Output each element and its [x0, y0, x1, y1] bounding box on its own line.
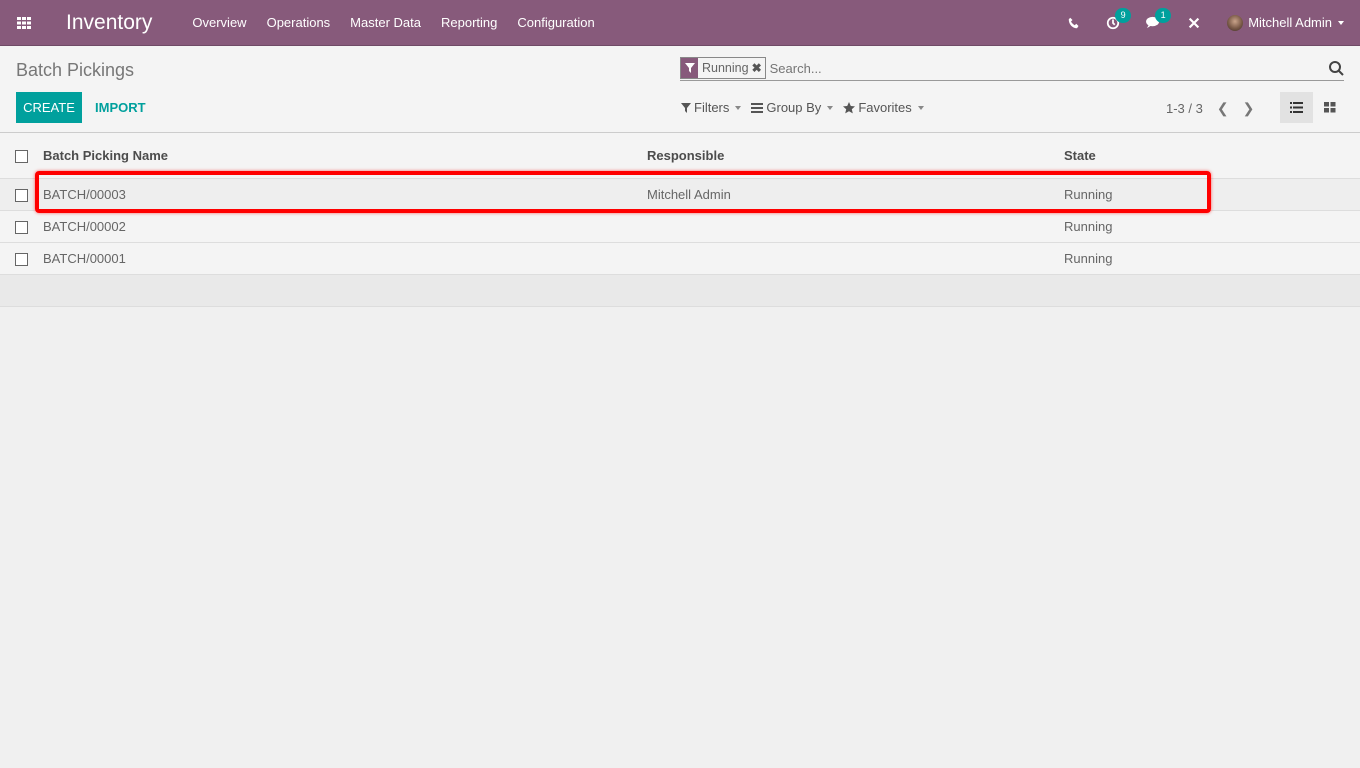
remove-facet-icon[interactable]: ✖ — [752, 61, 765, 75]
star-icon — [843, 101, 856, 113]
cell-name[interactable]: BATCH/00002 — [43, 210, 647, 243]
list-icon — [1290, 102, 1303, 113]
user-menu[interactable]: Mitchell Admin — [1227, 14, 1344, 31]
table-header-row: Batch Picking Name Responsible State — [0, 133, 1360, 179]
row-select-cell — [0, 210, 43, 243]
table-footer-cell — [0, 274, 1360, 307]
voip-button[interactable] — [1068, 17, 1080, 29]
filters-dropdown[interactable]: Filters — [681, 100, 742, 115]
caret-down-icon — [827, 105, 834, 110]
avatar — [1227, 14, 1244, 31]
caret-down-icon — [1338, 20, 1344, 25]
grid-icon — [17, 16, 31, 29]
view-switcher — [1280, 92, 1346, 123]
row-checkbox[interactable] — [15, 188, 28, 202]
messages-counter: 1 — [1155, 8, 1172, 23]
cell-name[interactable]: BATCH/00001 — [43, 242, 647, 275]
chevron-right-icon[interactable]: ❯ — [1243, 100, 1255, 117]
row-select-cell — [0, 178, 43, 211]
favorites-dropdown[interactable]: Favorites — [843, 100, 924, 115]
menu-master-data[interactable]: Master Data — [350, 15, 421, 30]
search-input[interactable] — [769, 60, 1328, 76]
table-footer-row — [0, 274, 1360, 307]
cell-responsible[interactable] — [647, 242, 1064, 275]
row-checkbox[interactable] — [15, 220, 28, 234]
row-checkbox[interactable] — [15, 252, 28, 266]
kanban-view-button[interactable] — [1313, 92, 1346, 123]
search-icon[interactable] — [1328, 60, 1344, 76]
select-all-checkbox[interactable] — [15, 149, 28, 163]
control-panel: Batch Pickings CREATE IMPORT Running ✖ F… — [0, 46, 1360, 133]
systray: 9 1 Mitchell Admin — [1068, 0, 1360, 46]
select-all-cell — [0, 133, 43, 179]
table-row[interactable]: BATCH/00003 Mitchell Admin Running — [0, 178, 1360, 211]
search-options: Filters Group By Favorites — [681, 100, 934, 115]
caret-down-icon — [735, 105, 742, 110]
filters-label: Filters — [694, 100, 730, 115]
column-header-name[interactable]: Batch Picking Name — [43, 133, 647, 179]
cell-responsible[interactable] — [647, 210, 1064, 243]
batch-pickings-table: Batch Picking Name Responsible State BAT… — [0, 133, 1360, 307]
apps-menu-button[interactable] — [0, 0, 48, 46]
messaging-button[interactable]: 1 — [1146, 8, 1172, 29]
cell-state[interactable]: Running — [1064, 178, 1360, 211]
create-button[interactable]: CREATE — [16, 92, 82, 123]
user-name: Mitchell Admin — [1248, 15, 1332, 30]
row-select-cell — [0, 242, 43, 275]
search-facet: Running ✖ — [680, 57, 766, 79]
group-by-label: Group By — [766, 100, 822, 115]
column-header-state[interactable]: State — [1064, 133, 1360, 179]
pager: 1-3 / 3 ❮ ❯ — [1166, 100, 1254, 117]
pager-value[interactable]: 1-3 / 3 — [1166, 101, 1203, 116]
cell-responsible[interactable]: Mitchell Admin — [647, 178, 1064, 211]
activity-counter: 9 — [1115, 7, 1132, 23]
bars-icon — [751, 102, 764, 113]
menu-reporting[interactable]: Reporting — [441, 15, 497, 30]
page-title: Batch Pickings — [16, 60, 135, 80]
column-header-responsible[interactable]: Responsible — [647, 133, 1064, 179]
import-button[interactable]: IMPORT — [95, 100, 146, 115]
cell-state[interactable]: Running — [1064, 242, 1360, 275]
facet-value: Running — [702, 61, 749, 75]
kanban-icon — [1323, 102, 1335, 113]
filter-icon — [681, 102, 691, 113]
chevron-left-icon[interactable]: ❮ — [1217, 100, 1229, 117]
favorites-label: Favorites — [858, 100, 912, 115]
list-view-button[interactable] — [1280, 92, 1313, 123]
search-bar: Running ✖ — [680, 56, 1344, 81]
debug-tools-button[interactable] — [1187, 16, 1201, 30]
menu-configuration[interactable]: Configuration — [517, 15, 594, 30]
table-row[interactable]: BATCH/00002 Running — [0, 210, 1360, 243]
top-navbar: Inventory Overview Operations Master Dat… — [0, 0, 1360, 46]
cell-name[interactable]: BATCH/00003 — [43, 178, 647, 211]
cell-state[interactable]: Running — [1064, 210, 1360, 243]
menu-operations[interactable]: Operations — [267, 15, 331, 30]
phone-icon — [1068, 17, 1079, 28]
menu-overview[interactable]: Overview — [192, 15, 246, 30]
activity-button[interactable]: 9 — [1106, 7, 1132, 30]
app-title[interactable]: Inventory — [66, 11, 152, 35]
filter-icon — [681, 58, 698, 78]
main-menu: Overview Operations Master Data Reportin… — [192, 15, 614, 30]
caret-down-icon — [917, 105, 924, 110]
tools-icon — [1189, 17, 1200, 28]
table-row[interactable]: BATCH/00001 Running — [0, 242, 1360, 275]
group-by-dropdown[interactable]: Group By — [751, 100, 834, 115]
